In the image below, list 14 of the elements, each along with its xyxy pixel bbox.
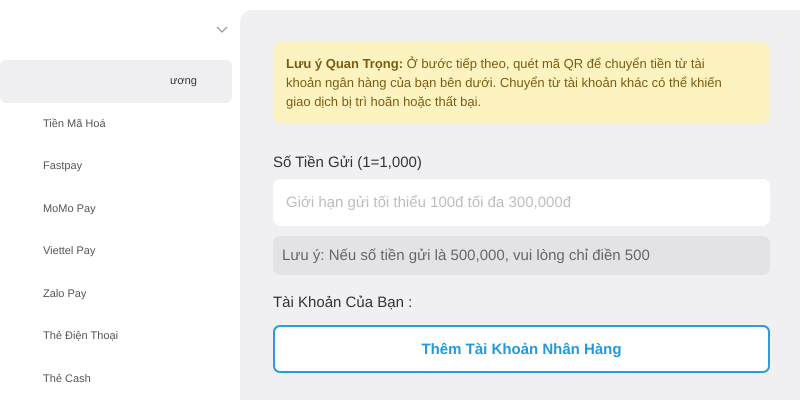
account-label: Tài Khoản Của Bạn : <box>273 294 414 311</box>
sidebar-item[interactable]: Viettel Pay <box>0 230 232 272</box>
amount-label: Số Tiền Gửi (1=1,000) <box>273 154 423 171</box>
important-notice: Lưu ý Quan Trọng: Ở bước tiếp theo, quét mã QR để chuyển tiền từ tài khoản ngân hàng của bạn bên dưới. Chuyển từ tài khoản khác có thể khiến giao dịch bị trì hoãn hoặc thất bại. <box>273 42 770 123</box>
sidebar-item[interactable]: Thẻ Cash <box>0 358 232 400</box>
sidebar-item[interactable]: ương <box>0 60 232 102</box>
sidebar-item[interactable]: Fastpay <box>0 145 232 188</box>
sidebar-item[interactable]: Tiền Mã Hoá <box>0 102 232 145</box>
sidebar-item[interactable]: MoMo Pay <box>0 188 232 230</box>
sidebar-item[interactable]: Zalo Pay <box>0 272 232 315</box>
amount-hint: Lưu ý: Nếu số tiền gửi là 500,000, vui lòng chỉ điền 500 <box>273 236 770 275</box>
amount-field[interactable]: Giới hạn gửi tối thiểu 100đ tối đa 300,000đ <box>273 179 770 226</box>
sidebar-item[interactable]: Thẻ Điện Thoại <box>0 315 232 358</box>
chevron-down-icon[interactable] <box>216 26 228 34</box>
